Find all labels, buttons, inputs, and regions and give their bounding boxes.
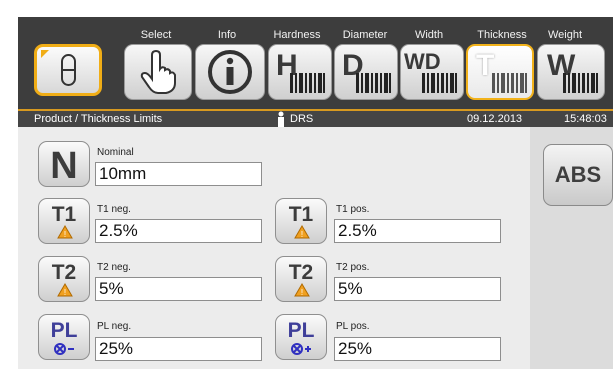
nominal-button[interactable]: N bbox=[38, 141, 90, 187]
nominal-label: Nominal bbox=[97, 147, 134, 158]
pl-neg-button-label: PL bbox=[50, 319, 78, 342]
barcode-icon bbox=[492, 73, 527, 93]
tab-info-label: Info bbox=[217, 29, 237, 41]
tab-weight[interactable]: W bbox=[537, 44, 605, 100]
t1-neg-field[interactable]: 2.5% bbox=[95, 219, 262, 243]
reject-plus-icon bbox=[291, 343, 311, 355]
t2-neg-button[interactable]: T2 ! bbox=[38, 256, 90, 302]
t2-neg-field[interactable]: 5% bbox=[95, 277, 262, 301]
user-name: DRS bbox=[290, 113, 314, 125]
t1-neg-label: T1 neg. bbox=[97, 204, 131, 215]
svg-text:!: ! bbox=[301, 288, 303, 297]
product-home-button[interactable] bbox=[34, 44, 102, 96]
warning-icon: ! bbox=[294, 225, 310, 239]
reject-minus-icon bbox=[54, 343, 74, 355]
left-margin bbox=[0, 0, 18, 369]
abs-button[interactable]: ABS bbox=[543, 144, 613, 206]
status-date: 09.12.2013 bbox=[467, 113, 523, 125]
hand-pointer-icon bbox=[140, 49, 176, 94]
tab-width-label: Width bbox=[414, 29, 444, 41]
tab-info[interactable] bbox=[195, 44, 265, 100]
t2-pos-field[interactable]: 5% bbox=[334, 277, 501, 301]
svg-text:!: ! bbox=[64, 230, 66, 239]
t1-pos-label: T1 pos. bbox=[336, 204, 370, 215]
breadcrumb: Product / Thickness Limits bbox=[34, 113, 163, 125]
t1-neg-button-label: T1 bbox=[51, 203, 77, 226]
nominal-field[interactable]: 10mm bbox=[95, 162, 262, 186]
barcode-icon bbox=[290, 73, 325, 93]
t1-pos-button[interactable]: T1 ! bbox=[275, 198, 327, 244]
tab-hardness[interactable]: H bbox=[268, 44, 332, 100]
tab-thickness[interactable]: T bbox=[466, 44, 534, 100]
pl-pos-button-label: PL bbox=[287, 319, 315, 342]
svg-text:!: ! bbox=[64, 288, 66, 297]
pl-pos-field[interactable]: 25% bbox=[334, 337, 501, 361]
t1-pos-button-label: T1 bbox=[288, 203, 314, 226]
width-WD-icon: WD bbox=[404, 49, 441, 74]
t1-neg-button[interactable]: T1 ! bbox=[38, 198, 90, 244]
barcode-icon bbox=[563, 73, 598, 93]
barcode-icon bbox=[422, 73, 457, 93]
tab-diameter-label: Diameter bbox=[342, 29, 388, 41]
warning-icon: ! bbox=[294, 283, 310, 297]
pl-pos-label: PL pos. bbox=[336, 321, 370, 332]
tab-width[interactable]: WD bbox=[400, 44, 464, 100]
nominal-button-label: N bbox=[50, 145, 78, 187]
tab-weight-label: Weight bbox=[547, 29, 583, 41]
t2-pos-label: T2 pos. bbox=[336, 262, 370, 273]
warning-icon: ! bbox=[57, 283, 73, 297]
svg-text:!: ! bbox=[301, 230, 303, 239]
status-time: 15:48:03 bbox=[564, 113, 607, 125]
info-icon bbox=[208, 50, 252, 94]
t2-neg-label: T2 neg. bbox=[97, 262, 131, 273]
tab-select[interactable] bbox=[124, 44, 192, 100]
pl-neg-label: PL neg. bbox=[97, 321, 132, 332]
product-capsule-icon bbox=[41, 50, 76, 86]
tab-select-label: Select bbox=[140, 29, 172, 41]
t2-neg-button-label: T2 bbox=[51, 261, 77, 284]
tab-thickness-label: Thickness bbox=[477, 29, 527, 41]
pl-neg-field[interactable]: 25% bbox=[95, 337, 262, 361]
warning-icon: ! bbox=[57, 225, 73, 239]
status-bar: Product / Thickness Limits DRS 09.12.201… bbox=[18, 109, 613, 127]
pl-neg-button[interactable]: PL bbox=[38, 314, 90, 360]
tab-hardness-label: Hardness bbox=[273, 29, 321, 41]
t2-pos-button[interactable]: T2 ! bbox=[275, 256, 327, 302]
barcode-icon bbox=[356, 73, 391, 93]
tab-diameter[interactable]: D bbox=[334, 44, 398, 100]
t2-pos-button-label: T2 bbox=[288, 261, 314, 284]
t1-pos-field[interactable]: 2.5% bbox=[334, 219, 501, 243]
pl-pos-button[interactable]: PL bbox=[275, 314, 327, 360]
person-icon bbox=[278, 111, 284, 127]
